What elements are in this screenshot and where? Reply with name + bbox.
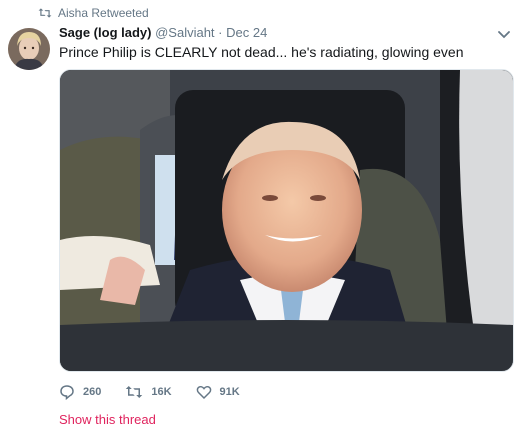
display-name[interactable]: Sage (log lady) (59, 25, 151, 40)
retweet-icon (38, 8, 52, 18)
avatar[interactable] (8, 28, 50, 70)
retweet-context: Aisha Retweeted (38, 6, 149, 20)
heart-icon (196, 386, 211, 400)
retweet-label[interactable]: Aisha Retweeted (58, 6, 149, 20)
chevron-down-icon[interactable] (497, 28, 511, 42)
show-thread-link[interactable]: Show this thread (59, 412, 156, 427)
tweet-text: Prince Philip is CLEARLY not dead... he'… (59, 44, 464, 60)
like-count: 91K (219, 386, 240, 398)
separator: · (218, 25, 223, 40)
retweet-button[interactable]: 16K (125, 384, 172, 400)
tweet-header: Sage (log lady) @Salviaht · Dec 24 (59, 25, 267, 40)
tweet-actions: 260 16K 91K (59, 384, 264, 400)
handle[interactable]: @Salviaht (155, 25, 214, 40)
reply-count: 260 (83, 386, 102, 398)
timestamp[interactable]: Dec 24 (226, 25, 267, 40)
like-button[interactable]: 91K (196, 384, 240, 400)
retweet-count: 16K (151, 386, 172, 398)
reply-button[interactable]: 260 (59, 384, 101, 400)
reply-icon (60, 385, 74, 400)
retweet-icon (126, 386, 143, 398)
tweet-photo[interactable] (59, 69, 514, 372)
tweet-card[interactable]: Aisha Retweeted Sage (log lady) @Salviah… (0, 0, 521, 433)
